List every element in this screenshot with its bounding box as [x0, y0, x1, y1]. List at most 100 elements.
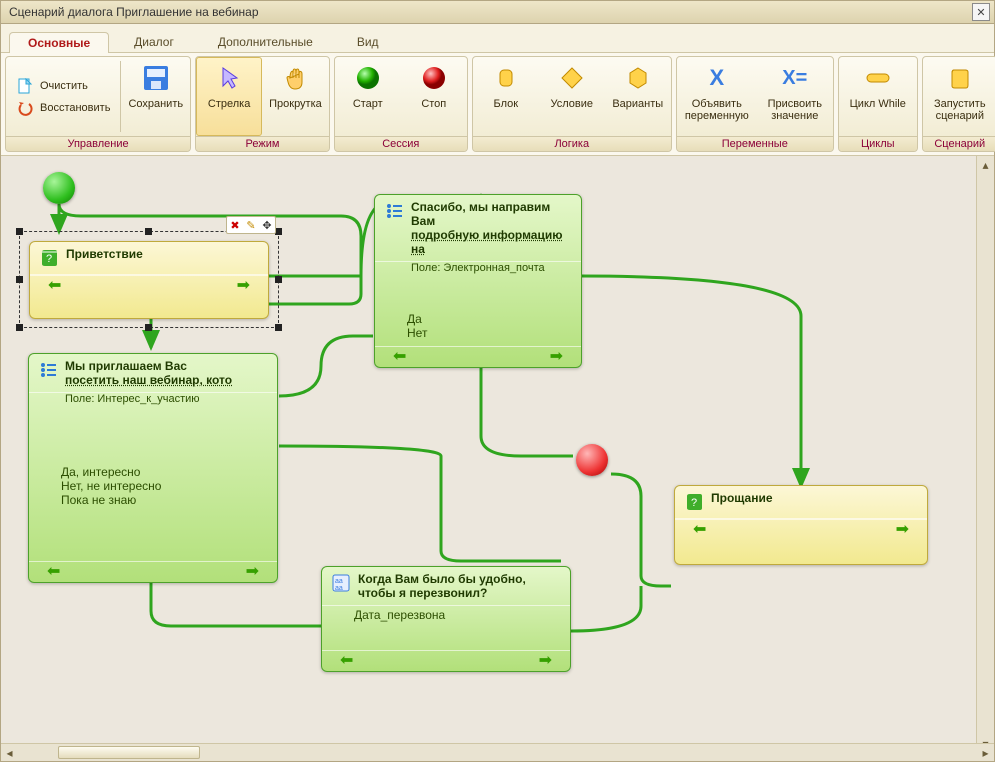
- stop-button[interactable]: Стоп: [401, 57, 467, 136]
- tab-view[interactable]: Вид: [338, 31, 398, 52]
- tab-additional[interactable]: Дополнительные: [199, 31, 332, 52]
- node-field: Поле: Интерес_к_участию: [29, 393, 277, 409]
- svg-text:aa: aa: [335, 578, 343, 585]
- node-title: Прощание: [711, 491, 773, 505]
- node-farewell[interactable]: ? Прощание ⬅ ➡: [674, 485, 928, 565]
- horizontal-scrollbar[interactable]: ◂ ▸: [1, 743, 994, 761]
- run-l2: сценарий: [936, 110, 984, 122]
- node-title-l1: Когда Вам было бы удобно,: [358, 572, 526, 586]
- node-field: Поле: Электронная_почта: [375, 262, 581, 278]
- node-thanks[interactable]: Спасибо, мы направим Вам подробную инфор…: [374, 194, 582, 368]
- while-button[interactable]: Цикл While: [839, 57, 917, 136]
- condition-button[interactable]: Условие: [539, 57, 605, 136]
- prev-icon[interactable]: ⬅: [48, 279, 61, 293]
- close-icon: ✕: [976, 6, 985, 19]
- node-mini-toolbar[interactable]: ✖ ✎ ✥: [226, 216, 276, 234]
- declare-l1: Объявить: [692, 98, 742, 110]
- clear-label: Очистить: [40, 80, 88, 92]
- node-title: Приветствие: [66, 247, 143, 261]
- titlebar: Сценарий диалога Приглашение на вебинар …: [1, 1, 994, 24]
- declare-var-button[interactable]: X Объявить переменную: [677, 57, 757, 136]
- edit-icon[interactable]: ✎: [244, 218, 258, 232]
- prev-icon[interactable]: ⬅: [47, 565, 60, 579]
- group-label-variables: Переменные: [677, 136, 833, 151]
- tab-main[interactable]: Основные: [9, 32, 109, 53]
- save-button[interactable]: Сохранить: [121, 57, 190, 136]
- start-icon: [352, 62, 384, 94]
- move-icon[interactable]: ✥: [260, 218, 274, 232]
- window-close-button[interactable]: ✕: [972, 3, 990, 21]
- node-options: Да Нет: [375, 278, 581, 346]
- declare-l2: переменную: [685, 110, 749, 122]
- save-label: Сохранить: [128, 98, 183, 110]
- node-invite[interactable]: Мы приглашаем Вас посетить наш вебинар, …: [28, 353, 278, 583]
- ribbon-group-scenario: Запустить сценарий Сценарий: [922, 56, 995, 152]
- save-icon: [140, 62, 172, 94]
- pointer-button[interactable]: Стрелка: [196, 57, 262, 136]
- book-icon: ?: [683, 491, 705, 513]
- assign-icon: X=: [779, 62, 811, 94]
- ribbon-group-loops: Цикл While Циклы: [838, 56, 918, 152]
- next-icon[interactable]: ➡: [539, 654, 552, 668]
- start-node[interactable]: [43, 172, 75, 204]
- node-greeting[interactable]: ? Приветствие ⬅ ➡: [29, 241, 269, 319]
- node-body: Дата_перезвона: [322, 606, 570, 650]
- next-icon[interactable]: ➡: [550, 350, 563, 364]
- restore-label: Восстановить: [40, 102, 110, 114]
- list-icon: [37, 359, 59, 381]
- diagram-canvas[interactable]: ✖ ✎ ✥ ? Приветствие ⬅ ➡: [1, 156, 977, 752]
- declare-icon: X: [701, 62, 733, 94]
- variants-button[interactable]: Варианты: [605, 57, 671, 136]
- node-callback[interactable]: aaaa Когда Вам было бы удобно, чтобы я п…: [321, 566, 571, 672]
- next-icon[interactable]: ➡: [237, 279, 250, 293]
- prev-icon[interactable]: ⬅: [393, 350, 406, 364]
- group-label-session: Сессия: [335, 136, 467, 151]
- hex-icon: [622, 62, 654, 94]
- group-label-scenario: Сценарий: [923, 136, 995, 151]
- vertical-scrollbar[interactable]: ▴ ▾: [976, 156, 994, 752]
- opt2: Нет, не интересно: [61, 479, 267, 493]
- undo-icon: [16, 99, 34, 117]
- group-label-mode: Режим: [196, 136, 329, 151]
- clear-button[interactable]: Очистить: [10, 75, 116, 97]
- scroll-thumb[interactable]: [58, 746, 200, 759]
- delete-icon[interactable]: ✖: [228, 218, 242, 232]
- ribbon-group-mode: Стрелка Прокрутка Режим: [195, 56, 330, 152]
- node-title-l1: Мы приглашаем Вас: [65, 359, 232, 373]
- scroll-left-icon[interactable]: ◂: [1, 744, 18, 761]
- while-label: Цикл While: [850, 98, 906, 110]
- prev-icon[interactable]: ⬅: [340, 654, 353, 668]
- node-title-l2: посетить наш вебинар, кото: [65, 373, 232, 387]
- canvas-area: ✖ ✎ ✥ ? Приветствие ⬅ ➡: [1, 156, 994, 752]
- ribbon-group-session: Старт Стоп Сессия: [334, 56, 468, 152]
- editor-window: Сценарий диалога Приглашение на вебинар …: [0, 0, 995, 762]
- ribbon-group-logic: Блок Условие Варианты Логика: [472, 56, 672, 152]
- list-icon: [383, 200, 405, 222]
- run-scenario-button[interactable]: Запустить сценарий: [923, 57, 995, 136]
- scroll-up-icon[interactable]: ▴: [977, 156, 994, 173]
- diamond-icon: [556, 62, 588, 94]
- assign-var-button[interactable]: X= Присвоить значение: [757, 57, 833, 136]
- prev-icon[interactable]: ⬅: [693, 523, 706, 537]
- scroll-right-icon[interactable]: ▸: [977, 744, 994, 761]
- block-label: Блок: [493, 98, 518, 110]
- ribbon-tabstrip: Основные Диалог Дополнительные Вид: [1, 24, 994, 53]
- start-button[interactable]: Старт: [335, 57, 401, 136]
- opt2: Нет: [407, 326, 571, 340]
- block-button[interactable]: Блок: [473, 57, 539, 136]
- condition-label: Условие: [551, 98, 594, 110]
- pan-button[interactable]: Прокрутка: [262, 57, 329, 136]
- stop-node[interactable]: [576, 444, 608, 476]
- svg-text:?: ?: [46, 253, 52, 265]
- next-icon[interactable]: ➡: [246, 565, 259, 579]
- run-l1: Запустить: [934, 98, 986, 110]
- stop-icon: [418, 62, 450, 94]
- start-label: Старт: [353, 98, 383, 110]
- hand-icon: [279, 62, 311, 94]
- node-title-l2: подробную информацию на: [411, 228, 573, 256]
- opt1: Да: [407, 312, 571, 326]
- next-icon[interactable]: ➡: [896, 523, 909, 537]
- group-label-logic: Логика: [473, 136, 671, 151]
- tab-dialog[interactable]: Диалог: [115, 31, 193, 52]
- restore-button[interactable]: Восстановить: [10, 97, 116, 119]
